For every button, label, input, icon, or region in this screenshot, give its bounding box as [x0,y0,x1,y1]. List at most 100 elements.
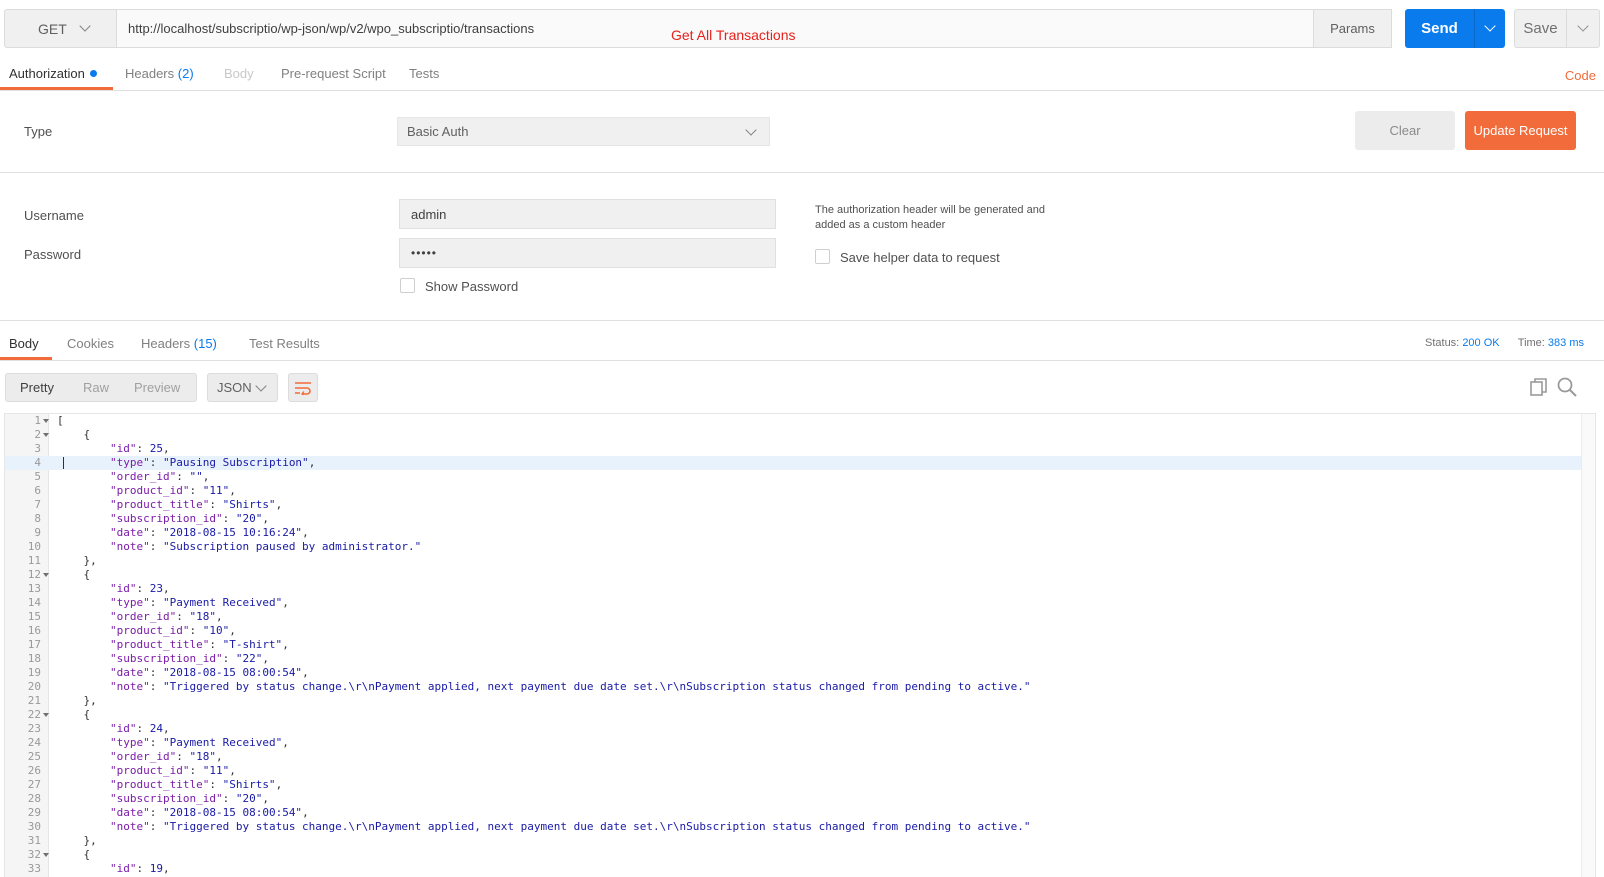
tab-cookies[interactable]: Cookies [67,336,114,351]
tab-response-headers-label: Headers [141,336,191,351]
editor-scrollbar[interactable] [1581,414,1595,877]
tab-response-headers[interactable]: Headers (15) [141,336,217,351]
copy-icon[interactable] [1528,376,1550,398]
wrap-lines-button[interactable] [288,373,318,402]
tab-headers-count: (2) [177,66,194,81]
code-text: "id": 25, [109,442,170,455]
annotation-text: Get All Transactions [671,27,796,43]
tab-prerequest-script[interactable]: Pre-request Script [281,66,386,81]
fold-arrow-icon[interactable] [43,419,49,423]
send-options-button[interactable] [1474,9,1505,48]
json-key: "product_id" [109,764,190,777]
code-text: }, [57,694,97,707]
password-value: ••••• [411,246,438,260]
clear-button[interactable]: Clear [1355,111,1455,150]
json-key: "product_id" [109,624,190,637]
update-request-button[interactable]: Update Request [1465,111,1576,150]
json-key: "id" [109,722,137,735]
save-helper-checkbox[interactable] [815,249,830,264]
show-password-checkbox[interactable] [400,278,415,293]
tab-body[interactable]: Body [224,66,254,81]
save-button[interactable]: Save [1514,9,1567,48]
json-key: "subscription_id" [109,792,223,805]
code-link[interactable]: Code [1565,68,1596,83]
json-value: "18" [189,610,216,623]
chevron-down-icon [255,380,267,392]
json-value: "Triggered by status change.\r\nPayment … [162,680,1031,693]
search-icon[interactable] [1556,376,1578,398]
tab-headers-label: Headers [125,66,175,81]
method-select[interactable]: GET [4,9,117,48]
tab-tests[interactable]: Tests [409,66,439,81]
json-key: "id" [109,442,137,455]
params-button[interactable]: Params [1313,9,1392,48]
code-line: 25 "order_id": "18", [5,750,1581,764]
line-number: 12 [27,568,41,581]
username-label: Username [24,208,84,223]
password-field[interactable]: ••••• [399,238,776,268]
code-line: 29 "date": "2018-08-15 08:00:54", [5,806,1581,820]
code-text: "product_id": "10", [109,624,236,637]
chevron-down-icon [79,20,91,32]
line-number: 22 [27,708,41,721]
request-url-bar: GET http://localhost/subscriptio/wp-json… [4,9,1600,49]
tab-headers[interactable]: Headers (2) [125,66,194,81]
line-number: 23 [27,722,41,735]
code-line: 28 "subscription_id": "20", [5,792,1581,806]
code-line: 16 "product_id": "10", [5,624,1581,638]
line-number: 33 [27,862,41,875]
json-key: "note" [109,540,150,553]
status-value: 200 OK [1462,337,1500,349]
code-line: 13 "id": 23, [5,582,1581,596]
line-number: 1 [34,414,41,427]
code-text: "product_title": "Shirts", [109,778,283,791]
code-line: 9 "date": "2018-08-15 10:16:24", [5,526,1581,540]
view-preview[interactable]: Preview [134,380,180,395]
view-raw[interactable]: Raw [83,380,109,395]
line-number: 3 [34,442,41,455]
auth-type-row: Type Basic Auth Clear Update Request [0,92,1604,173]
active-tab-indicator [0,357,52,360]
response-body-editor[interactable]: 1[2 {3 "id": 25, 4 "type": "Pausing Subsc… [4,413,1596,877]
format-select[interactable]: JSON [207,373,278,402]
json-key: "product_id" [109,484,190,497]
line-number: 32 [27,848,41,861]
json-value: "22" [235,652,263,665]
json-value: "Subscription paused by administrator." [162,540,422,553]
fold-arrow-icon[interactable] [43,573,49,577]
code-text: "note": "Subscription paused by administ… [109,540,422,553]
auth-type-select[interactable]: Basic Auth [397,117,770,146]
line-number: 4 [34,456,41,469]
code-line: 19 "date": "2018-08-15 08:00:54", [5,666,1581,680]
code-line: 26 "product_id": "11", [5,764,1581,778]
line-number: 17 [27,638,41,651]
code-text: "subscription_id": "20", [109,512,269,525]
save-options-button[interactable] [1567,9,1600,48]
json-key: "date" [109,806,150,819]
fold-arrow-icon[interactable] [43,713,49,717]
code-line: 3 "id": 25, [5,442,1581,456]
fold-arrow-icon[interactable] [43,433,49,437]
json-key: "subscription_id" [109,512,223,525]
line-number: 5 [34,470,41,483]
line-number: 19 [27,666,41,679]
tab-authorization[interactable]: Authorization [9,66,97,81]
json-key: "product_title" [109,778,210,791]
code-text: "date": "2018-08-15 08:00:54", [109,666,309,679]
password-label: Password [24,247,82,262]
code-lines: 1[2 {3 "id": 25, 4 "type": "Pausing Subsc… [5,414,1581,876]
username-field[interactable]: admin [399,199,776,229]
line-number: 27 [27,778,41,791]
json-value: 25 [149,442,163,455]
send-button[interactable]: Send [1405,9,1474,48]
tab-response-body[interactable]: Body [9,336,39,351]
json-key: "type" [109,456,150,469]
code-line: 33 "id": 19, [5,862,1581,876]
code-text: { [57,428,91,441]
code-line: 30 "note": "Triggered by status change.\… [5,820,1581,834]
tab-test-results[interactable]: Test Results [249,336,320,351]
code-text: { [57,568,91,581]
view-pretty[interactable]: Pretty [20,380,54,395]
json-value: "Pausing Subscription" [162,456,309,469]
fold-arrow-icon[interactable] [43,853,49,857]
